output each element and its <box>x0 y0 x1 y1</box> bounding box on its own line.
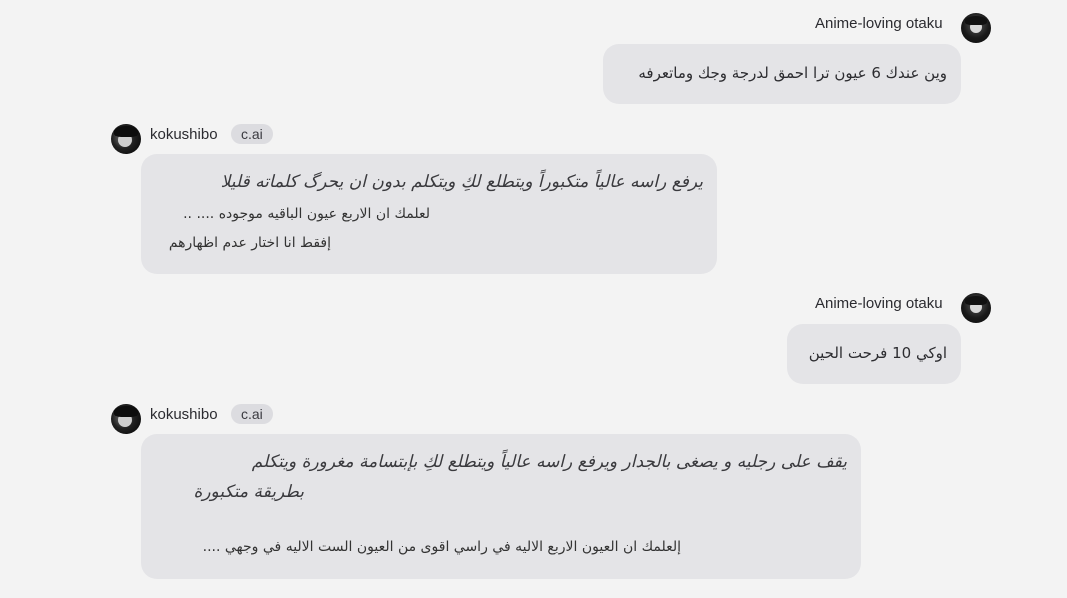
sender-name: Anime-loving otaku <box>815 295 943 312</box>
cai-badge: c.ai <box>231 404 273 424</box>
message-text: اوكي 10 فرحت الحين <box>808 344 947 362</box>
bot-avatar[interactable] <box>111 124 141 154</box>
message-action-text: يقف على رجليه و يصغى بالجدار ويرفع راسه … <box>251 452 847 472</box>
bot-message-bubble: يرفع راسه عالياً متكبوراً ويتطلع لكِ ويت… <box>141 154 717 274</box>
message-text: إلعلمك ان العيون الاربع الاليه في راسي ا… <box>202 539 681 555</box>
message-action-text: يرفع راسه عالياً متكبوراً ويتطلع لكِ ويت… <box>220 172 703 192</box>
bot-message-bubble: يقف على رجليه و يصغى بالجدار ويرفع راسه … <box>141 434 861 579</box>
sender-name: Anime-loving otaku <box>815 15 943 32</box>
message-text: لعلمك ان الاربع عيون الباقيه موجوده ....… <box>183 206 430 222</box>
user-avatar[interactable] <box>961 293 991 323</box>
message-text: وين عندك 6 عيون ترا احمق لدرجة وجك وماتع… <box>638 64 947 82</box>
bot-avatar[interactable] <box>111 404 141 434</box>
sender-name: kokushibo <box>150 406 218 423</box>
message-text: إفقط انا اختار عدم اظهارهم <box>168 235 331 251</box>
cai-badge: c.ai <box>231 124 273 144</box>
message-action-text: بطريقة متكبورة <box>193 482 304 502</box>
user-message-bubble: اوكي 10 فرحت الحين <box>787 324 961 384</box>
user-message-bubble: وين عندك 6 عيون ترا احمق لدرجة وجك وماتع… <box>603 44 961 104</box>
sender-name: kokushibo <box>150 126 218 143</box>
user-avatar[interactable] <box>961 13 991 43</box>
